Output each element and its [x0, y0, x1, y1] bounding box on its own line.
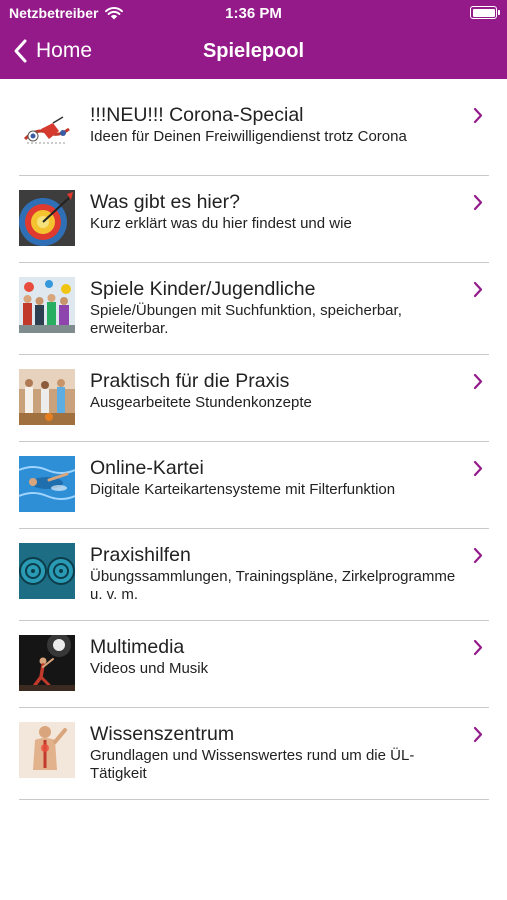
- chevron-right-icon: [473, 460, 483, 477]
- list-item-title: Wissenszentrum: [90, 723, 235, 745]
- weight-plates-thumbnail: [19, 543, 75, 599]
- list-item-subtitle: Übungssammlungen, Trainingspläne, Zirkel…: [90, 568, 456, 603]
- list-item-was-gibt-es-hier[interactable]: Was gibt es hier? Kurz erklärt was du hi…: [19, 176, 489, 263]
- kids-group-thumbnail: [19, 277, 75, 333]
- list-item-subtitle: Videos und Musik: [90, 660, 209, 677]
- clock: 1:36 PM: [225, 5, 282, 22]
- list-item-subtitle: Grundlagen und Wissenswertes rund um die…: [90, 747, 415, 782]
- menu-list: !!!NEU!!! Corona-Special Ideen für Deine…: [0, 79, 507, 800]
- dancer-thumbnail: [19, 635, 75, 691]
- list-item-title: Online-Kartei: [90, 457, 204, 479]
- chevron-right-icon: [473, 194, 483, 211]
- battery-fill: [472, 8, 495, 17]
- list-item-title: Was gibt es hier?: [90, 191, 240, 213]
- list-item-subtitle: Spiele/Übungen mit Suchfunktion, speiche…: [90, 302, 402, 337]
- navigation-header: Netzbetreiber 1:36 PM Home Spielepool: [0, 0, 507, 79]
- chevron-right-icon: [473, 547, 483, 564]
- list-item-praktisch-fuer-die-praxis[interactable]: Praktisch für die Praxis Ausgearbeitete …: [19, 355, 489, 442]
- page-title: Spielepool: [202, 40, 305, 62]
- list-item-subtitle: Ideen für Deinen Freiwilligendienst trot…: [90, 128, 407, 145]
- list-item-title: Praktisch für die Praxis: [90, 370, 290, 392]
- list-item-title: Multimedia: [90, 636, 185, 658]
- corona-special-thumbnail: [19, 103, 75, 159]
- list-item-online-kartei[interactable]: Online-Kartei Digitale Karteikartensyste…: [19, 442, 489, 529]
- battery-icon: [470, 6, 500, 19]
- list-item-multimedia[interactable]: Multimedia Videos und Musik: [19, 621, 489, 708]
- list-item-subtitle: Digitale Karteikartensysteme mit Filterf…: [90, 481, 396, 498]
- target-thumbnail: [19, 190, 75, 246]
- list-item-corona-special[interactable]: !!!NEU!!! Corona-Special Ideen für Deine…: [19, 89, 489, 176]
- chevron-right-icon: [473, 726, 483, 743]
- list-item-title: Spiele Kinder/Jugendliche: [90, 278, 316, 300]
- list-item-subtitle: Ausgearbeitete Stundenkonzepte: [90, 394, 312, 411]
- list-item-wissenszentrum[interactable]: Wissenszentrum Grundlagen und Wissenswer…: [19, 708, 489, 800]
- list-item-title: !!!NEU!!! Corona-Special: [90, 104, 304, 126]
- list-item-praxishilfen[interactable]: Praxishilfen Übungssammlungen, Trainings…: [19, 529, 489, 621]
- nav-bar: Home Spielepool: [0, 28, 507, 79]
- chevron-right-icon: [473, 107, 483, 124]
- list-item-spiele-kinder-jugendliche[interactable]: Spiele Kinder/Jugendliche Spiele/Übungen…: [19, 263, 489, 355]
- status-bar: Netzbetreiber 1:36 PM: [0, 0, 507, 28]
- gym-class-thumbnail: [19, 369, 75, 425]
- list-item-title: Praxishilfen: [90, 544, 191, 566]
- list-item-subtitle: Kurz erklärt was du hier findest und wie: [90, 215, 352, 232]
- chevron-right-icon: [473, 639, 483, 656]
- swimmer-thumbnail: [19, 456, 75, 512]
- chevron-right-icon: [473, 281, 483, 298]
- anatomy-thumbnail: [19, 722, 75, 778]
- chevron-right-icon: [473, 373, 483, 390]
